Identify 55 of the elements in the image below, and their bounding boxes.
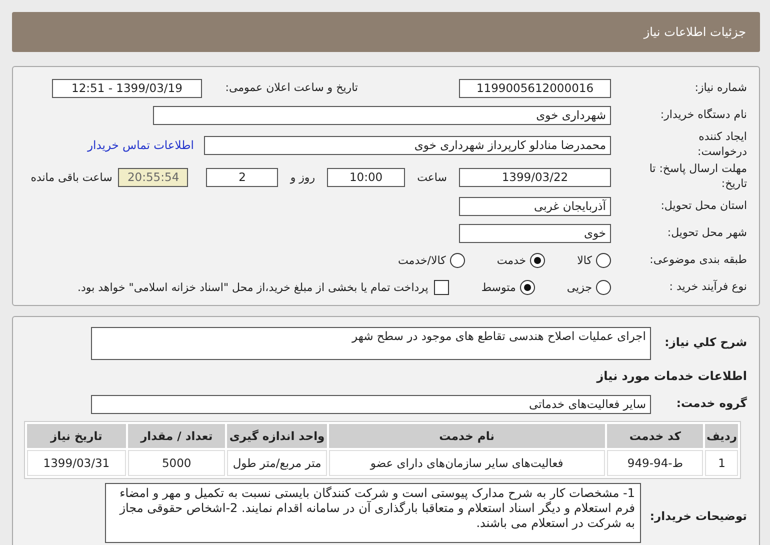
field-label: نوع فرآیند خرید : — [668, 280, 747, 295]
radio-button[interactable] — [530, 253, 546, 268]
table-cell: ط-94-949 — [606, 450, 704, 476]
radio-label: کالا — [577, 254, 592, 267]
remaining-time-field: 20:55:54 — [118, 168, 188, 186]
radio-label: خدمت — [496, 254, 526, 267]
text-field[interactable]: سایر فعالیت‌های خدماتی — [91, 394, 651, 414]
radio-button[interactable] — [596, 253, 611, 268]
column-header: کد خدمت — [606, 424, 704, 448]
field-label: نام دستگاه خریدار: — [659, 108, 747, 123]
radio-button[interactable] — [596, 280, 611, 295]
column-header: نام خدمت — [328, 424, 605, 448]
field-label: تاریخ و ساعت اعلان عمومی: — [224, 81, 358, 96]
field-label: گروه خدمت: — [675, 396, 747, 412]
section-heading: اطلاعات خدمات مورد نیاز — [596, 369, 747, 383]
days-field[interactable]: 2 — [206, 168, 278, 186]
days-label: روز و — [290, 170, 316, 184]
text-field[interactable]: شهرداری خوی — [153, 106, 611, 125]
radio-label: جزیی — [566, 281, 592, 294]
field-label: ایجاد کننده درخواست: — [696, 130, 747, 160]
radio-button[interactable] — [450, 253, 465, 268]
column-header: تاریخ نیاز — [27, 424, 126, 448]
column-header: تعداد / مقدار — [128, 424, 226, 448]
text-field[interactable]: 1199005612000016 — [459, 79, 611, 98]
table-cell: 1 — [705, 450, 738, 476]
checkbox[interactable] — [434, 280, 450, 295]
column-header: ردیف — [705, 424, 738, 448]
table-cell: 5000 — [128, 450, 226, 476]
checkbox-label: پرداخت تمام یا بخشی از مبلغ خرید،از محل "اسناد خزانه اسلامی" خواهد بود. — [78, 281, 428, 294]
field-label: شرح کلي نياز: — [664, 335, 747, 351]
text-field[interactable]: محمدرضا منادلو کارپرداز شهرداری خوی — [204, 136, 611, 154]
field-label: شهر محل تحویل: — [666, 226, 747, 241]
date-field[interactable]: 1399/03/22 — [459, 168, 611, 186]
text-field[interactable]: 1399/03/19 - 12:51 — [52, 79, 202, 98]
table-cell: 1399/03/31 — [27, 450, 126, 476]
field-label: مهلت ارسال پاسخ: تا تاریخ: — [648, 162, 747, 192]
field-label: توضیحات خریدار: — [648, 509, 747, 525]
radio-button[interactable] — [520, 280, 535, 295]
time-field[interactable]: 10:00 — [327, 168, 406, 186]
notes-field[interactable]: 1- مشخصات کار به شرح مدارک پیوستی است و شرکت کنندگان بایستی نسبت به تکمیل و مهر و امضاء فرم استعلام و دیگر اسناد استعلام و متعاقبا بارگذاری آن در سامانه اقدام نمایند. 2-اشخاص حقوقی مجاز به شرکت در استعلام می باشند. — [105, 483, 641, 543]
contact-link[interactable]: اطلاعات تماس خریدار — [87, 138, 194, 152]
text-field[interactable]: آذربایجان غربی — [459, 197, 611, 216]
table-cell: متر مربع/متر طول — [227, 450, 327, 476]
column-header: واحد اندازه گیری — [227, 424, 327, 448]
radio-label: متوسط — [481, 281, 516, 294]
field-label: طبقه بندی موضوعی: — [648, 253, 747, 268]
table-cell: فعالیت‌های سایر سازمان‌های دارای عضو — [328, 450, 605, 476]
text-field[interactable]: خوی — [459, 224, 611, 243]
description-field[interactable]: اجرای عملیات اصلاح هندسی تقاطع های موجود در سطح شهر — [91, 326, 651, 360]
field-label: شماره نیاز: — [694, 81, 747, 96]
radio-label: کالا/خدمت — [398, 254, 446, 267]
field-label: استان محل تحویل: — [660, 199, 747, 214]
time-label: ساعت — [417, 170, 447, 184]
page-header: جزئیات اطلاعات نیاز — [12, 12, 760, 52]
remaining-label: ساعت باقی مانده — [30, 170, 112, 184]
